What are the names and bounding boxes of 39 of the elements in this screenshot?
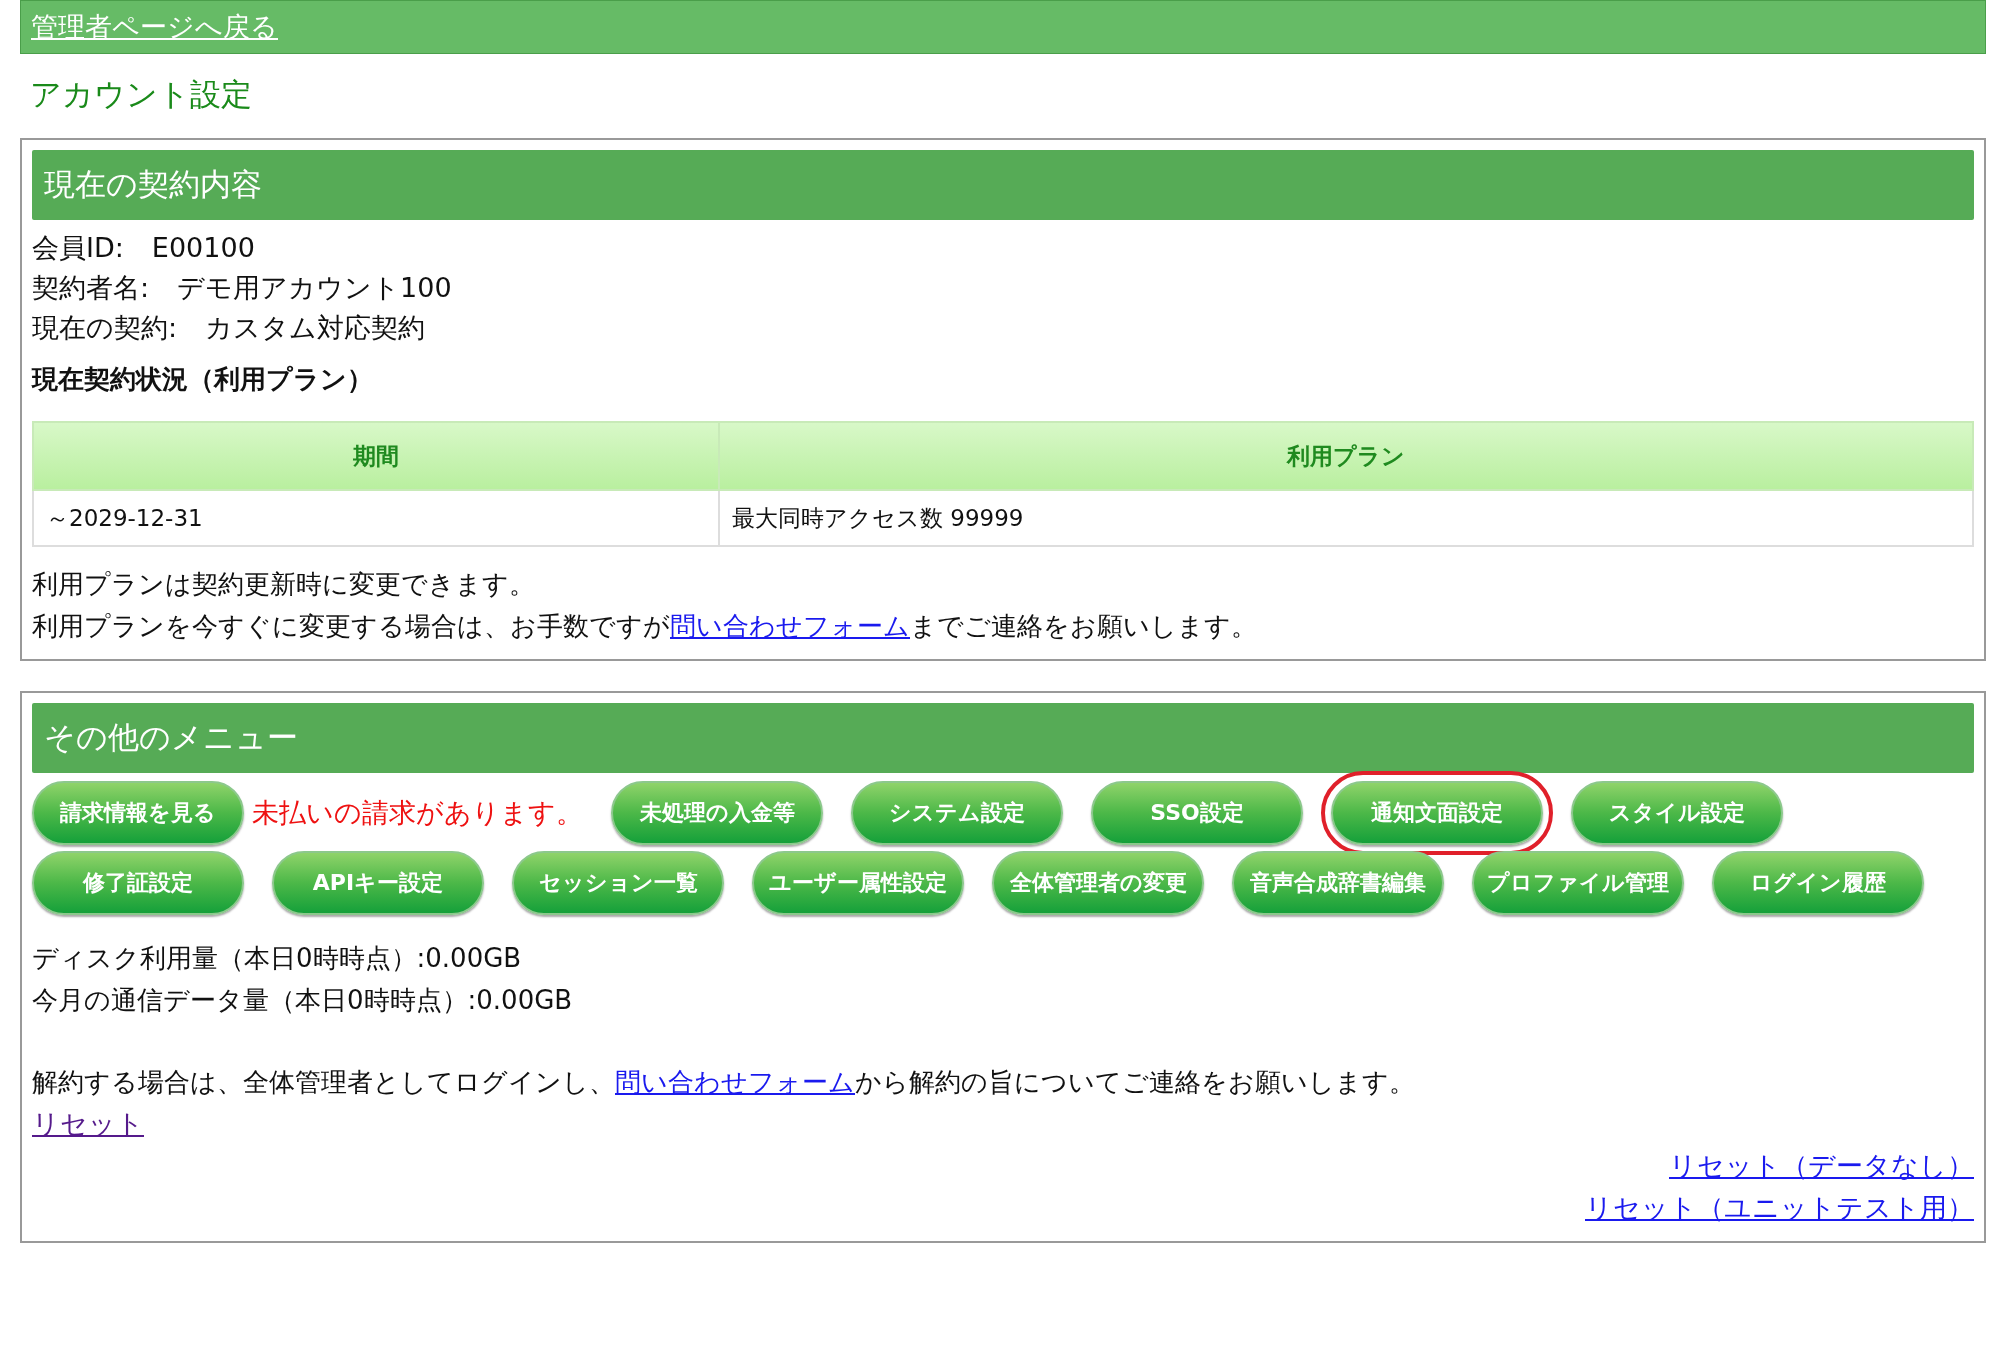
contact-sentence: 利用プランを今すぐに変更する場合は、お手数ですが問い合わせフォーム までご連絡をお願いします。 <box>32 610 1258 643</box>
unpaid-notice: 未払いの請求があります。 <box>252 796 583 830</box>
menu-button[interactable]: 未処理の入金等 <box>611 781 823 845</box>
usage-text: ディスク利用量（本日0時時点）:0.00GB <box>32 942 523 975</box>
column-header: 期間 <box>33 422 719 490</box>
menu-button[interactable]: 全体管理者の変更 <box>992 851 1204 915</box>
panel-heading: 現在の契約内容 <box>32 150 1974 220</box>
menu-button[interactable]: 請求情報を見る <box>32 781 244 845</box>
field-value: デモ用アカウント100 <box>177 272 452 303</box>
field-label: 契約者名: <box>32 272 150 303</box>
field-label: 現在の契約: <box>32 312 178 343</box>
contact-form-link[interactable]: 問い合わせフォーム <box>615 1067 855 1097</box>
menu-button[interactable]: セッション一覧 <box>512 851 724 915</box>
reset-link[interactable]: リセット（データなし） <box>1669 1150 1974 1181</box>
usage-text: 今月の通信データ量（本日0時時点）:0.00GB <box>32 984 574 1017</box>
menu-button[interactable]: システム設定 <box>851 781 1063 845</box>
reset-link[interactable]: リセット（ユニットテスト用） <box>1585 1192 1974 1223</box>
contact-form-link[interactable]: 問い合わせフォーム <box>670 611 910 641</box>
table-cell: 最大同時アクセス数 99999 <box>719 490 1973 546</box>
field-label: 会員ID: <box>32 232 124 263</box>
menu-button[interactable]: 音声合成辞書編集 <box>1232 851 1444 915</box>
column-header: 利用プラン <box>719 422 1973 490</box>
field-value: E00100 <box>151 232 255 263</box>
menu-button[interactable]: プロファイル管理 <box>1472 851 1684 915</box>
field-value: カスタム対応契約 <box>205 312 426 343</box>
table-cell: ～2029-12-31 <box>33 490 719 546</box>
menu-button[interactable]: ログイン履歴 <box>1712 851 1924 915</box>
menu-button[interactable]: 修了証設定 <box>32 851 244 915</box>
menu-button[interactable]: APIキー設定 <box>272 851 484 915</box>
panel-heading: その他のメニュー <box>32 703 1974 773</box>
menu-button[interactable]: SSO設定 <box>1091 781 1303 845</box>
section-heading: 現在契約状況（利用プラン） <box>32 363 374 396</box>
plan-note: 利用プランは契約更新時に変更できます。 <box>32 568 536 601</box>
page-title: アカウント設定 <box>29 75 253 114</box>
reset-link[interactable]: リセット <box>32 1108 144 1139</box>
cancel-sentence: 解約する場合は、全体管理者としてログインし、問い合わせフォームから解約の旨についてご連絡をお願いします。 <box>32 1066 1416 1099</box>
back-link[interactable]: 管理者ページへ戻る <box>31 9 278 45</box>
menu-button[interactable]: ユーザー属性設定 <box>752 851 964 915</box>
menu-button[interactable]: スタイル設定 <box>1571 781 1783 845</box>
